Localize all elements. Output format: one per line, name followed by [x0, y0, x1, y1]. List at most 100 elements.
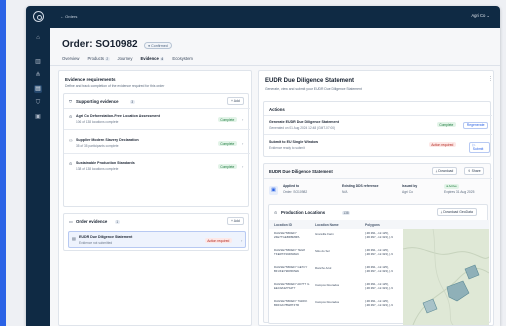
detail-title: EUDR Due Diligence Statement	[265, 78, 355, 84]
selected-evidence-row[interactable]: ▤ EUDR Due Diligence Statement Evidence …	[68, 231, 246, 248]
share-button[interactable]: ⇪ Share	[464, 167, 485, 175]
location-name-cell: Campos Dourados	[315, 283, 340, 287]
locations-map[interactable]	[403, 229, 489, 325]
download-button[interactable]: ⤓ Download	[432, 167, 458, 175]
location-name-cell: Rancho Azul	[315, 266, 332, 270]
evidence-item-subtitle: Evidence not submitted	[79, 241, 113, 245]
document-icon: ▤	[72, 236, 76, 241]
side-rail: ⌂ ▥ ⋔ ▤ ⛉ ▣	[26, 11, 50, 326]
chevron-right-icon[interactable]: ›	[241, 238, 242, 243]
document-icon[interactable]: ▤	[34, 85, 42, 93]
active-badge: ● Active	[444, 183, 460, 189]
column-header: Location ID	[274, 223, 292, 227]
action-title: Generate EUDR Due Diligence Statement	[269, 120, 339, 124]
evidence-item-subtitle: 138 of 138 locations complete	[76, 167, 119, 171]
existing-dds-value: N/A	[342, 190, 348, 194]
people-icon: ⚇	[69, 138, 73, 143]
location-id-cell: DAGSE7S5DEF7 7GDKK BDFGK7BW8T4TR	[274, 299, 308, 307]
locations-count: 138	[342, 210, 351, 215]
status-badge: Action required	[429, 142, 456, 148]
left-edge-strip	[0, 0, 6, 326]
location-name-cell: Granville Farm	[315, 232, 334, 236]
status-badge: Complete	[218, 117, 237, 123]
applied-to-label: Applied to	[283, 184, 300, 188]
user-menu[interactable]: Agri Co ⌄	[471, 13, 490, 18]
divider	[264, 134, 492, 135]
shield-icon[interactable]: ⛉	[34, 99, 42, 107]
main-content: Order: SO10982 ● Confirmed Overview Prod…	[50, 28, 500, 326]
building-icon[interactable]: ▥	[34, 58, 42, 66]
polygon-cell: [-96.991, -12.125], [-96.997, -12.323], …	[365, 265, 393, 273]
applied-to-value: Order: SO10982	[283, 190, 308, 194]
divider	[64, 153, 250, 154]
existing-dds-label: Existing DDS reference	[342, 184, 379, 188]
evidence-item-title[interactable]: Agri Co Deforestation-Free Location Asse…	[76, 114, 160, 118]
regenerate-button[interactable]: Regenerate	[463, 121, 489, 130]
polygon-cell: [-96.991, -12.125], [-96.997, -12.323], …	[365, 231, 393, 239]
column-header: Location Name	[315, 223, 339, 227]
status-badge: Complete	[218, 141, 237, 147]
chevron-right-icon[interactable]: ›	[242, 164, 243, 169]
polygon-cell: [-96.991, -12.125], [-96.997, -12.323], …	[365, 248, 393, 256]
home-icon[interactable]: ⌂	[34, 34, 42, 42]
evidence-item-subtitle: 106 of 138 locations complete	[76, 120, 119, 124]
location-pin-icon: ⊙	[274, 210, 278, 215]
dds-detail-panel: EUDR Due Diligence Statement Generate, v…	[258, 70, 494, 326]
back-to-orders-link[interactable]: ← Orders	[60, 14, 77, 19]
panel-subtitle: Define and track completion of the evide…	[65, 84, 165, 88]
evidence-item-title[interactable]: Supplier Modern Slavery Declaration	[76, 138, 139, 142]
location-pin-icon: ⊙	[69, 161, 73, 166]
submit-button[interactable]: ▷ Submit	[469, 141, 490, 154]
status-badge: Action required	[205, 238, 232, 244]
location-id-cell: DAGSE7S5DEF7 AD7T7 G EEC9A3Z7S4T7	[274, 282, 310, 290]
action-subtitle: Generated on 01 Aug 2024 12:48 (GMT-07:0…	[269, 126, 336, 130]
statement-card: EUDR Due Diligence Statement ⤓ Download …	[263, 163, 492, 325]
add-supporting-evidence-button[interactable]: + Add	[227, 97, 244, 105]
production-locations-title: Production Locations	[281, 210, 326, 215]
actions-heading: Actions	[269, 107, 285, 112]
order-evidence-count: 1	[115, 219, 120, 224]
folder-icon: ▭	[69, 219, 73, 224]
statement-title: EUDR Due Diligence Statement	[269, 169, 333, 174]
page-title: Order: SO10982	[62, 39, 138, 50]
order-evidence-title: Order evidence	[76, 219, 108, 224]
divider	[264, 178, 492, 179]
location-name-cell: Campos Dourados	[315, 300, 340, 304]
detail-subtitle: Generate, view and submit your EUDR Due …	[265, 87, 362, 91]
add-order-evidence-button[interactable]: + Add	[227, 217, 244, 225]
evidence-requirements-panel: Evidence requirements Define and track c…	[58, 70, 252, 326]
location-id-cell: DAGSE7S5DEF7 GE7CY BFUKEY9D8R3WA	[274, 265, 308, 273]
more-options-icon[interactable]: ⋮	[488, 76, 493, 82]
evidence-item-title[interactable]: EUDR Due Diligence Statement	[79, 235, 132, 239]
divider	[64, 129, 250, 130]
evidence-item-title[interactable]: Sustainable Production Standards	[76, 161, 135, 165]
shield-check-icon: ⛉	[69, 99, 72, 104]
polygon-cell: [-96.991, -12.125], [-96.997, -12.323], …	[365, 299, 393, 307]
status-badge: ● Confirmed	[144, 42, 172, 50]
issued-by-value: Agri Co	[402, 190, 413, 194]
table-header: Location ID Location Name Polygons	[269, 220, 489, 229]
download-geodata-button[interactable]: ⤓ Download GeoData	[437, 208, 477, 216]
tab-divider	[50, 65, 500, 66]
divider	[264, 115, 492, 116]
logo-icon	[33, 11, 44, 22]
chevron-right-icon[interactable]: ›	[242, 141, 243, 146]
location-pin-icon: ⊙	[69, 114, 73, 119]
location-id-cell: DAGSE7S5DEF7 7EG8 TKERTXS9D6MH9	[274, 248, 305, 256]
chevron-right-icon[interactable]: ›	[242, 117, 243, 122]
issued-by-label: Issued by	[402, 184, 418, 188]
map-background	[403, 229, 489, 325]
supporting-evidence-card: ⛉ Supporting evidence 3 + Add ⊙ Agri Co …	[63, 93, 250, 207]
network-icon[interactable]: ⋔	[34, 71, 42, 79]
action-subtitle: Evidence ready to submit	[269, 146, 305, 150]
panel-heading: Evidence requirements	[65, 77, 116, 82]
column-header: Polygons	[365, 223, 380, 227]
actions-card: Actions Generate EUDR Due Diligence Stat…	[263, 101, 492, 157]
status-badge: Complete	[218, 164, 237, 170]
order-evidence-card: ▭ Order evidence 1 + Add ▤ EUDR Due Dili…	[63, 213, 249, 251]
divider	[64, 108, 250, 109]
supporting-evidence-count: 3	[130, 99, 135, 104]
status-badge: Complete	[437, 122, 456, 128]
box-icon[interactable]: ▣	[34, 113, 42, 121]
app-window: ← Orders Agri Co ⌄ ⌂ ▥ ⋔ ▤ ⛉ ▣ Order: SO…	[26, 6, 500, 326]
